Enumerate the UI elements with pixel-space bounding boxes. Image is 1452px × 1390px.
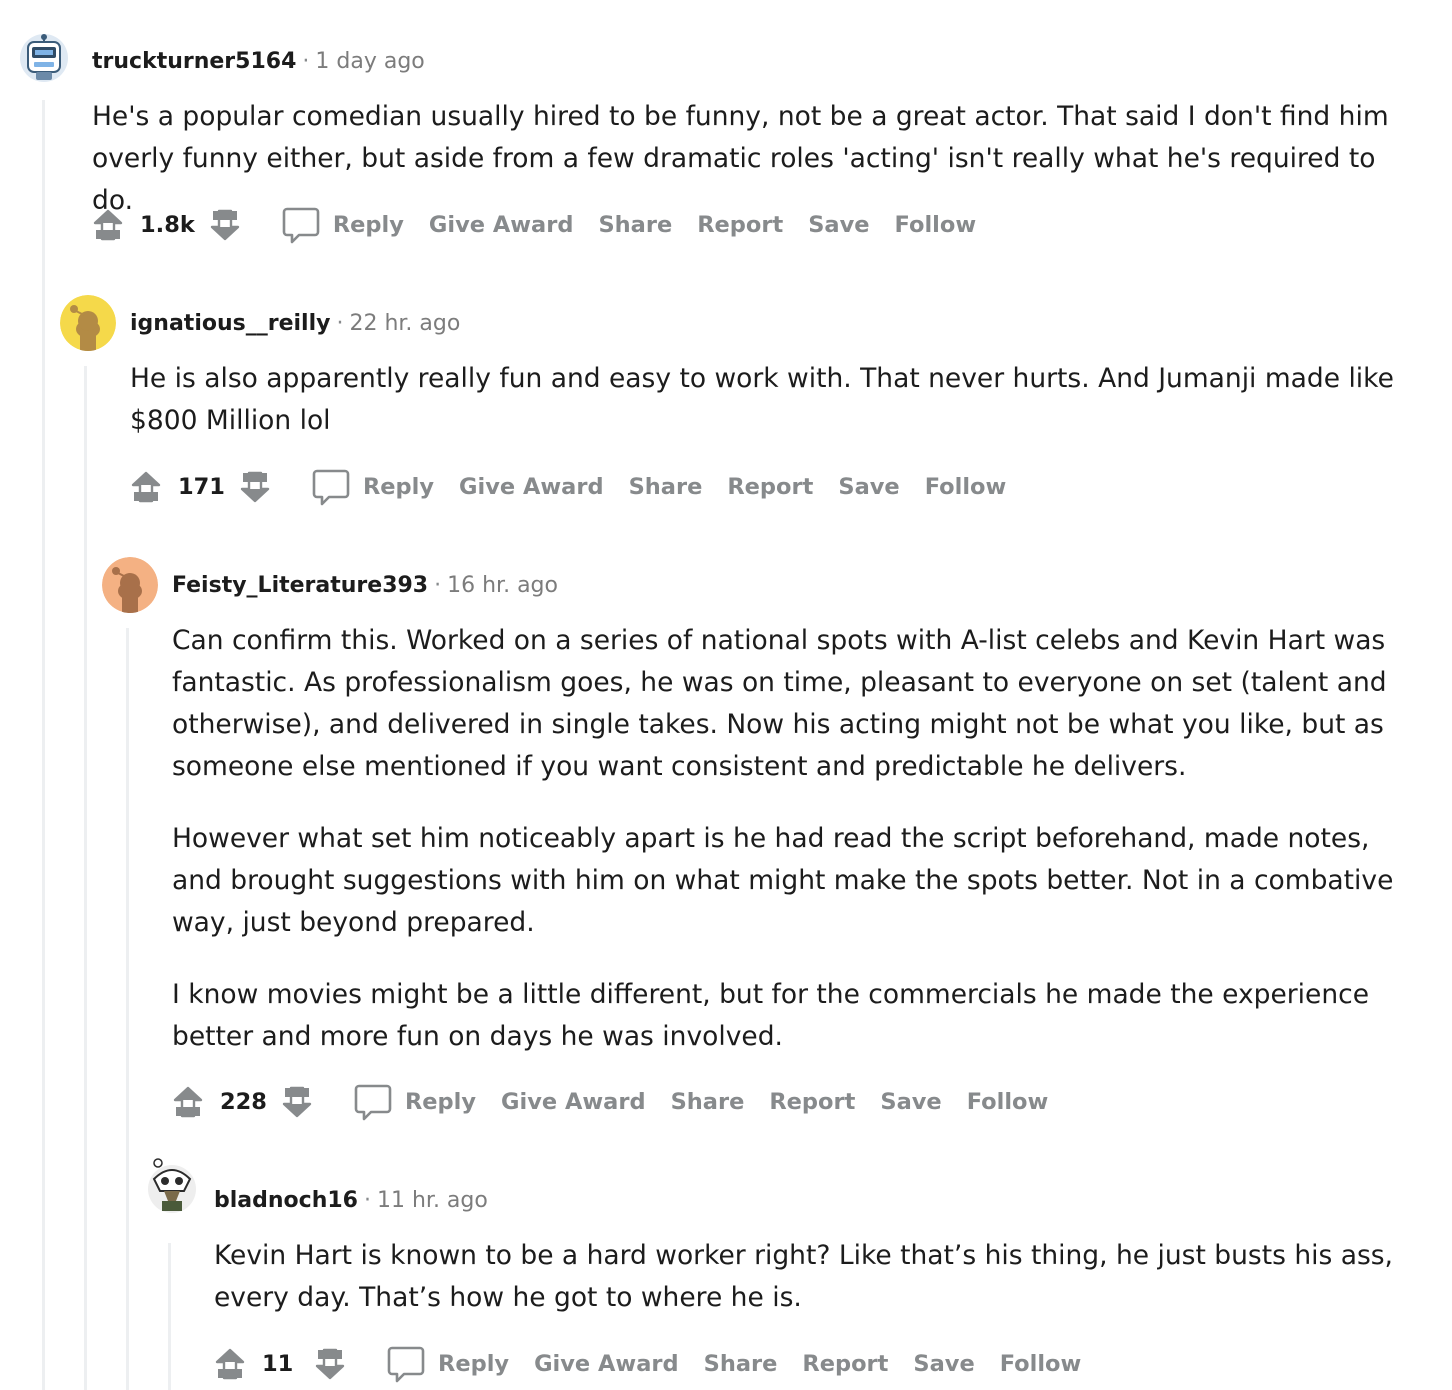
reply-label: Reply (332, 212, 404, 238)
comment-meta: truckturner5164 · 1 day ago (92, 48, 425, 76)
vote-control: 11 (214, 1347, 346, 1381)
save-button[interactable]: Save (913, 1351, 974, 1377)
thread-line-level-3[interactable] (126, 628, 129, 1390)
report-button[interactable]: Report (697, 212, 783, 238)
vote-control: 171 (130, 470, 271, 504)
meta-separator: · (434, 573, 442, 598)
comment-paragraph: I know movies might be a little differen… (172, 979, 1370, 1052)
vote-score: 11 (262, 1351, 294, 1377)
author-name[interactable]: truckturner5164 (92, 49, 296, 74)
give-award-button[interactable]: Give Award (459, 474, 604, 500)
vote-score: 1.8k (140, 212, 195, 238)
author-name[interactable]: bladnoch16 (214, 1188, 358, 1213)
reply-button[interactable]: Reply (353, 1082, 476, 1122)
comment-action-bar: 11 Reply Give Award Share Report Save Fo… (214, 1344, 1081, 1384)
upvote-icon[interactable] (92, 208, 124, 242)
follow-button[interactable]: Follow (1000, 1351, 1082, 1377)
reply-label: Reply (438, 1351, 510, 1377)
yellow-snoo-avatar-icon[interactable] (60, 295, 116, 351)
upvote-icon[interactable] (172, 1085, 204, 1119)
comment-paragraph: Can confirm this. Worked on a series of … (172, 625, 1387, 782)
comment-paragraph: However what set him noticeably apart is… (172, 823, 1394, 938)
comment-bubble-icon (354, 1084, 392, 1121)
save-button[interactable]: Save (838, 474, 899, 500)
comment-body: Kevin Hart is known to be a hard worker … (214, 1235, 1404, 1319)
follow-button[interactable]: Follow (895, 212, 977, 238)
comment-bubble-icon (312, 469, 350, 506)
comment-body: He is also apparently really fun and eas… (130, 358, 1400, 442)
comment-body: Can confirm this. Worked on a series of … (172, 620, 1427, 1058)
upvote-icon[interactable] (130, 470, 162, 504)
comment-action-bar: 171 Reply Give Award Share Report Save F… (130, 467, 1006, 507)
report-button[interactable]: Report (769, 1089, 855, 1115)
author-name[interactable]: ignatious__reilly (130, 311, 330, 336)
give-award-button[interactable]: Give Award (429, 212, 574, 238)
downvote-icon[interactable] (281, 1085, 313, 1119)
comment-paragraph: He's a popular comedian usually hired to… (92, 101, 1389, 216)
meta-separator: · (336, 311, 344, 336)
vote-control: 228 (172, 1085, 313, 1119)
comment-bubble-icon (282, 207, 320, 244)
vote-score: 171 (178, 474, 225, 500)
vote-score: 228 (220, 1089, 267, 1115)
comment-action-bar: 228 Reply Give Award Share Report Save F… (172, 1082, 1048, 1122)
comment-meta: ignatious__reilly · 22 hr. ago (130, 310, 460, 338)
upvote-icon[interactable] (214, 1347, 246, 1381)
share-button[interactable]: Share (598, 212, 672, 238)
reply-label: Reply (362, 474, 435, 500)
comment-action-bar: 1.8k Reply Give Award Share Report Save … (92, 205, 976, 245)
skull-snoo-avatar-icon[interactable] (144, 1157, 200, 1213)
thread-line-level-2[interactable] (84, 366, 87, 1390)
meta-separator: · (302, 49, 310, 74)
downvote-icon[interactable] (239, 470, 271, 504)
comment-body: He's a popular comedian usually hired to… (92, 96, 1412, 222)
comment-bubble-icon (387, 1346, 425, 1383)
vote-control: 1.8k (92, 208, 241, 242)
timestamp[interactable]: 1 day ago (315, 49, 424, 74)
follow-button[interactable]: Follow (925, 474, 1007, 500)
comment-meta: bladnoch16 · 11 hr. ago (214, 1187, 488, 1215)
reply-label: Reply (404, 1089, 477, 1115)
reply-button[interactable]: Reply (311, 467, 434, 507)
thread-line-level-4[interactable] (168, 1243, 171, 1390)
give-award-button[interactable]: Give Award (534, 1351, 679, 1377)
share-button[interactable]: Share (671, 1089, 745, 1115)
report-button[interactable]: Report (802, 1351, 888, 1377)
downvote-icon[interactable] (209, 208, 241, 242)
comment-paragraph: He is also apparently really fun and eas… (130, 363, 1394, 436)
orange-snoo-avatar-icon[interactable] (102, 557, 158, 613)
save-button[interactable]: Save (880, 1089, 941, 1115)
robot-avatar-icon[interactable] (16, 28, 72, 84)
follow-button[interactable]: Follow (967, 1089, 1049, 1115)
save-button[interactable]: Save (808, 212, 869, 238)
timestamp[interactable]: 11 hr. ago (377, 1188, 488, 1213)
timestamp[interactable]: 22 hr. ago (349, 311, 460, 336)
author-name[interactable]: Feisty_Literature393 (172, 573, 428, 598)
comment-paragraph: Kevin Hart is known to be a hard worker … (214, 1240, 1393, 1313)
reply-button[interactable]: Reply (386, 1344, 509, 1384)
give-award-button[interactable]: Give Award (501, 1089, 646, 1115)
share-button[interactable]: Share (629, 474, 703, 500)
timestamp[interactable]: 16 hr. ago (447, 573, 558, 598)
meta-separator: · (363, 1188, 371, 1213)
downvote-icon[interactable] (314, 1347, 346, 1381)
share-button[interactable]: Share (704, 1351, 778, 1377)
comment-meta: Feisty_Literature393 · 16 hr. ago (172, 572, 558, 600)
thread-line-level-1[interactable] (42, 100, 45, 1390)
report-button[interactable]: Report (727, 474, 813, 500)
reply-button[interactable]: Reply (281, 205, 404, 245)
